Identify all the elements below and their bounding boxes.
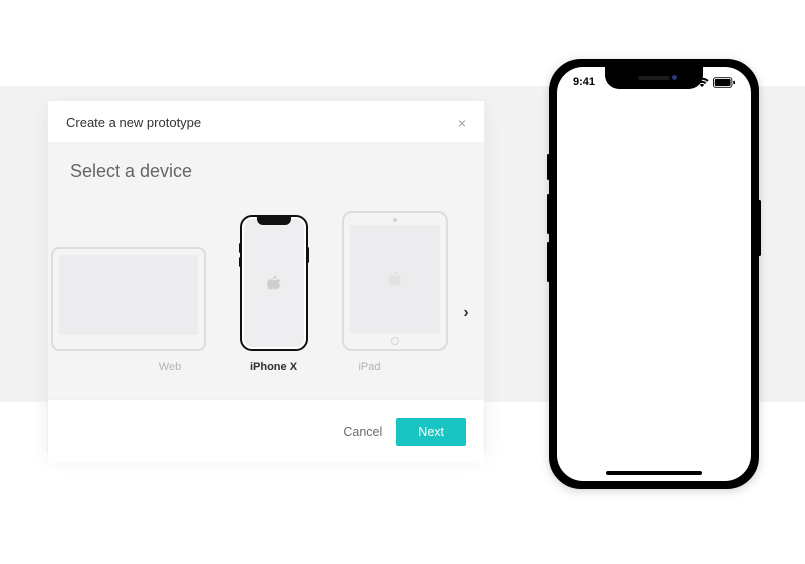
status-clock: 9:41	[573, 76, 595, 88]
status-bar: 9:41	[557, 72, 751, 92]
iphonex-device-screen	[244, 219, 304, 347]
preview-screen: 9:41	[557, 67, 751, 481]
ipad-home-button	[391, 337, 399, 345]
apple-logo-icon	[267, 275, 281, 291]
preview-volume-down	[547, 242, 550, 282]
home-indicator	[606, 471, 702, 475]
battery-icon	[713, 77, 735, 88]
preview-power	[758, 200, 761, 256]
device-preview-iphonex: 9:41	[549, 59, 759, 489]
cancel-button[interactable]: Cancel	[343, 425, 382, 439]
iphonex-device-mock	[240, 215, 308, 351]
cellular-signal-icon	[676, 77, 691, 87]
ipad-camera	[393, 218, 397, 222]
new-prototype-modal: Create a new prototype × Select a device…	[47, 100, 485, 453]
apple-logo-icon	[388, 271, 402, 287]
device-label-iphonex: iPhone X	[250, 361, 297, 373]
web-device-screen	[59, 255, 198, 335]
modal-body: Select a device ‹ › Web	[48, 143, 484, 399]
device-label-web: Web	[159, 361, 181, 373]
preview-volume-up	[547, 194, 550, 234]
modal-header: Create a new prototype ×	[48, 101, 484, 143]
next-button[interactable]: Next	[396, 418, 466, 446]
device-label-ipad: iPad	[358, 361, 380, 373]
device-option-ipad[interactable]: iPad	[342, 211, 398, 373]
device-option-iphonex[interactable]: iPhone X	[240, 215, 308, 373]
wifi-icon	[695, 77, 709, 87]
iphonex-notch	[257, 217, 291, 225]
close-icon[interactable]: ×	[458, 116, 466, 130]
iphonex-power	[306, 247, 309, 263]
status-icons	[676, 77, 735, 88]
modal-footer: Cancel Next	[48, 399, 484, 463]
web-device-mock	[51, 247, 206, 351]
iphonex-volume-up	[239, 243, 242, 253]
preview-mute-switch	[547, 154, 550, 180]
modal-title: Create a new prototype	[66, 115, 201, 130]
modal-subtitle: Select a device	[48, 143, 484, 188]
device-carousel: Web iPhone X	[48, 223, 484, 373]
iphonex-volume-down	[239, 257, 242, 267]
device-option-web[interactable]: Web	[135, 247, 206, 373]
ipad-device-mock	[342, 211, 448, 351]
ipad-device-screen	[350, 225, 440, 333]
